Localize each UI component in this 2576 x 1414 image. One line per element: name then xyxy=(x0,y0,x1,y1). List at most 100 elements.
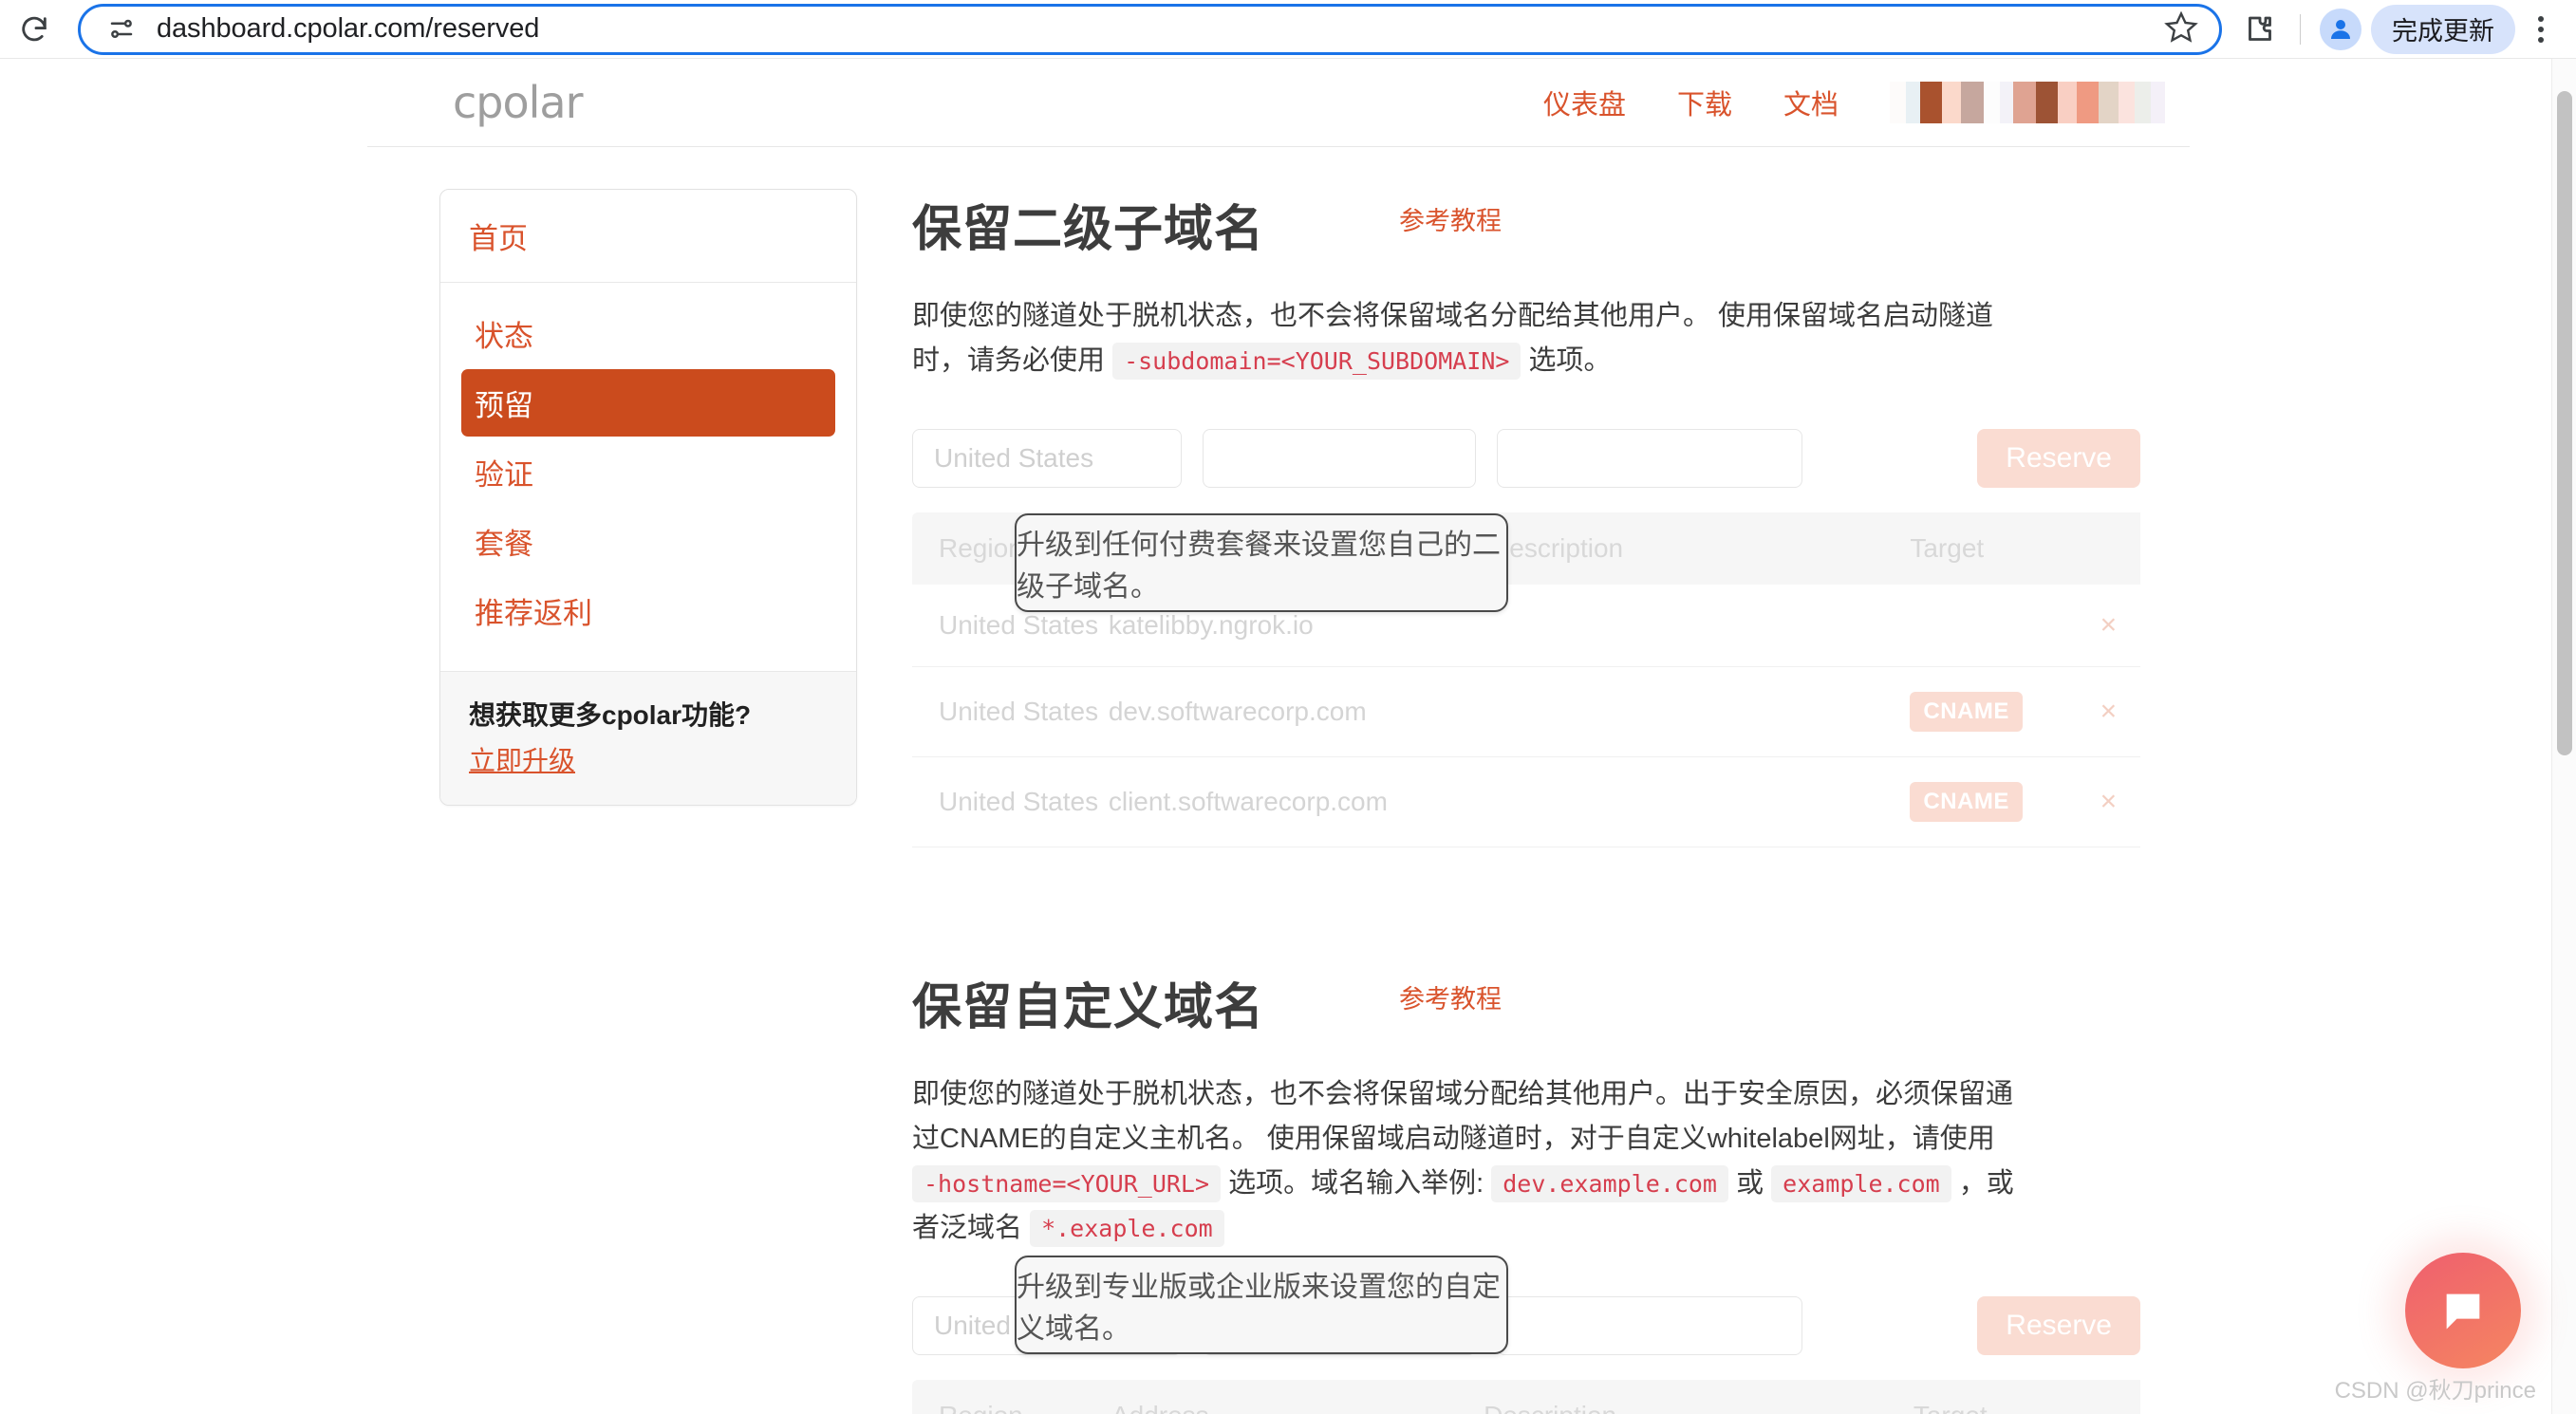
sidebar-item-reserved[interactable]: 预留 xyxy=(461,369,835,437)
cell-remove: × xyxy=(2076,584,2140,667)
finish-update-button[interactable]: 完成更新 xyxy=(2371,4,2515,54)
scrollbar-thumb[interactable] xyxy=(2557,91,2572,755)
cell-address: dev.softwarecorp.com xyxy=(1108,666,1491,757)
th-address: Address xyxy=(1111,1379,1484,1414)
section2-desc-part3: 或 xyxy=(1736,1167,1764,1199)
th-remove xyxy=(2075,1379,2140,1414)
nav-item-download[interactable]: 下载 xyxy=(1677,83,1732,122)
upgrade-tooltip-subdomain: 升级到任何付费套餐来设置您自己的二级子域名。 xyxy=(1015,513,1508,612)
section1-description-input[interactable] xyxy=(1497,428,1802,488)
reload-icon xyxy=(22,16,47,41)
extensions-button[interactable] xyxy=(2235,5,2285,54)
nav-item-docs[interactable]: 文档 xyxy=(1783,83,1839,122)
section1-code-subdomain: -subdomain=<YOUR_SUBDOMAIN> xyxy=(1112,342,1521,380)
sidebar-item-auth[interactable]: 验证 xyxy=(461,438,835,506)
reload-button[interactable] xyxy=(8,3,61,56)
th-target: Target xyxy=(1910,512,2077,585)
th-region: Region xyxy=(912,1379,1111,1414)
upgrade-tooltip-custom-domain: 升级到专业版或企业版来设置您的自定义域名。 xyxy=(1015,1256,1508,1354)
cell-description xyxy=(1490,756,1911,847)
cell-remove: × xyxy=(2076,756,2140,847)
sidebar-item-status[interactable]: 状态 xyxy=(461,300,835,367)
cell-target: CNAME xyxy=(1910,756,2077,847)
remove-row-button[interactable]: × xyxy=(2100,786,2118,817)
section2-table-head: Region Address Description Target xyxy=(912,1379,2140,1414)
section2-reserved-table: Region Address Description Target United… xyxy=(912,1379,2140,1414)
section1-tutorial-link[interactable]: 参考教程 xyxy=(1399,200,1502,237)
cell-region: United States xyxy=(912,756,1109,847)
table-row: United States dev.softwarecorp.com CNAME… xyxy=(912,666,2140,757)
nav-item-dashboard[interactable]: 仪表盘 xyxy=(1543,83,1626,122)
section1-desc-part2: 选项。 xyxy=(1528,344,1612,376)
cell-address: client.softwarecorp.com xyxy=(1108,756,1491,847)
sidebar-item-plans[interactable]: 套餐 xyxy=(461,508,835,575)
cname-badge: CNAME xyxy=(1910,691,2023,732)
promo-question: 想获取更多cpolar功能? xyxy=(469,700,752,730)
page-scrollbar[interactable] xyxy=(2551,59,2576,1414)
site-nav: 仪表盘 下载 文档 xyxy=(1543,82,2165,123)
sidebar-upgrade-promo: 想获取更多cpolar功能? 立即升级 xyxy=(440,671,856,805)
promo-upgrade-link[interactable]: 立即升级 xyxy=(469,746,575,775)
remove-row-button[interactable]: × xyxy=(2100,609,2118,641)
th-description: Description xyxy=(1490,512,1911,585)
address-bar[interactable]: dashboard.cpolar.com/reserved xyxy=(78,3,2222,55)
page-viewport: cpolar 仪表盘 下载 文档 首页 状态 预留 验证 套餐 推荐返利 想获取… xyxy=(0,59,2576,1414)
section1-table-body: United States katelibby.ngrok.io × Unite… xyxy=(912,584,2140,847)
kebab-dot xyxy=(2538,15,2544,22)
bookmark-star-icon[interactable] xyxy=(2164,9,2198,48)
remove-row-button[interactable]: × xyxy=(2100,696,2118,727)
toolbar-divider xyxy=(2300,13,2301,45)
cell-description xyxy=(1490,666,1911,757)
sidebar: 首页 状态 预留 验证 套餐 推荐返利 想获取更多cpolar功能? 立即升级 xyxy=(439,189,857,806)
account-menu-redacted[interactable] xyxy=(1890,82,2165,123)
table-header-row: Region Address Description Target xyxy=(912,1379,2140,1414)
section1-region-select[interactable]: United States xyxy=(912,428,1182,488)
chat-widget-button[interactable] xyxy=(2405,1253,2521,1368)
sidebar-menu: 状态 预留 验证 套餐 推荐返利 xyxy=(440,283,856,671)
main-content: 首页 状态 预留 验证 套餐 推荐返利 想获取更多cpolar功能? 立即升级 … xyxy=(367,147,2190,1414)
section2-description: 即使您的隧道处于脱机状态，也不会将保留域分配给其他用户。出于安全原因，必须保留通… xyxy=(912,1072,2023,1251)
reserved-panel: 保留二级子域名 参考教程 即使您的隧道处于脱机状态，也不会将保留域名分配给其他用… xyxy=(912,189,2178,1414)
section1-title: 保留二级子域名 xyxy=(912,202,1265,257)
sidebar-item-home[interactable]: 首页 xyxy=(469,222,528,255)
section2-header: 保留自定义域名 参考教程 xyxy=(912,967,2140,1038)
section2-description-input[interactable] xyxy=(1497,1295,1802,1355)
cell-target: CNAME xyxy=(1910,666,2077,757)
th-target: Target xyxy=(1913,1379,2076,1414)
section2-reserve-button[interactable]: Reserve xyxy=(1977,1295,2140,1355)
site-header: cpolar 仪表盘 下载 文档 xyxy=(367,59,2190,146)
section1-address-input[interactable] xyxy=(1203,428,1476,488)
url-text: dashboard.cpolar.com/reserved xyxy=(157,13,540,44)
cpolar-logo[interactable]: cpolar xyxy=(453,77,584,128)
redaction-mosaic xyxy=(1890,82,2165,123)
section1-reserve-form: United States Reserve xyxy=(912,428,2140,488)
site-settings-icon[interactable] xyxy=(105,13,138,46)
section1-reserve-button[interactable]: Reserve xyxy=(1977,428,2140,488)
page-content: cpolar 仪表盘 下载 文档 首页 状态 预留 验证 套餐 推荐返利 想获取… xyxy=(0,59,2557,1414)
chat-bubble-icon xyxy=(2446,1293,2480,1330)
csdn-watermark: CSDN @秋刀prince xyxy=(2334,1378,2536,1404)
chrome-menu-button[interactable] xyxy=(2515,4,2567,55)
kebab-dot xyxy=(2538,36,2544,43)
section2-tutorial-link[interactable]: 参考教程 xyxy=(1399,978,1502,1015)
cell-remove: × xyxy=(2076,666,2140,757)
th-remove xyxy=(2076,512,2140,585)
section2-desc-part2: 选项。域名输入举例: xyxy=(1228,1167,1484,1199)
section2-code-example-dev: dev.example.com xyxy=(1491,1164,1728,1202)
kebab-dot xyxy=(2538,26,2544,32)
section2-desc-part1: 即使您的隧道处于脱机状态，也不会将保留域分配给其他用户。出于安全原因，必须保留通… xyxy=(912,1078,2014,1154)
account-avatar-icon xyxy=(2320,8,2361,50)
puzzle-piece-icon xyxy=(2249,16,2271,41)
section2-code-example: example.com xyxy=(1771,1164,1951,1202)
section2-code-wildcard: *.exaple.com xyxy=(1030,1209,1224,1247)
section2-code-hostname: -hostname=<YOUR_URL> xyxy=(912,1164,1222,1202)
cell-target xyxy=(1910,584,2077,667)
profile-button[interactable] xyxy=(2316,5,2365,54)
sidebar-home-section: 首页 xyxy=(440,190,856,283)
th-description: Description xyxy=(1484,1379,1913,1414)
sidebar-item-referral[interactable]: 推荐返利 xyxy=(461,577,835,644)
browser-toolbar: dashboard.cpolar.com/reserved 完成更新 xyxy=(0,0,2576,59)
section1-description: 即使您的隧道处于脱机状态，也不会将保留域名分配给其他用户。 使用保留域名启动隧道… xyxy=(912,294,2023,383)
cell-description xyxy=(1490,584,1911,667)
cname-badge: CNAME xyxy=(1910,781,2023,822)
